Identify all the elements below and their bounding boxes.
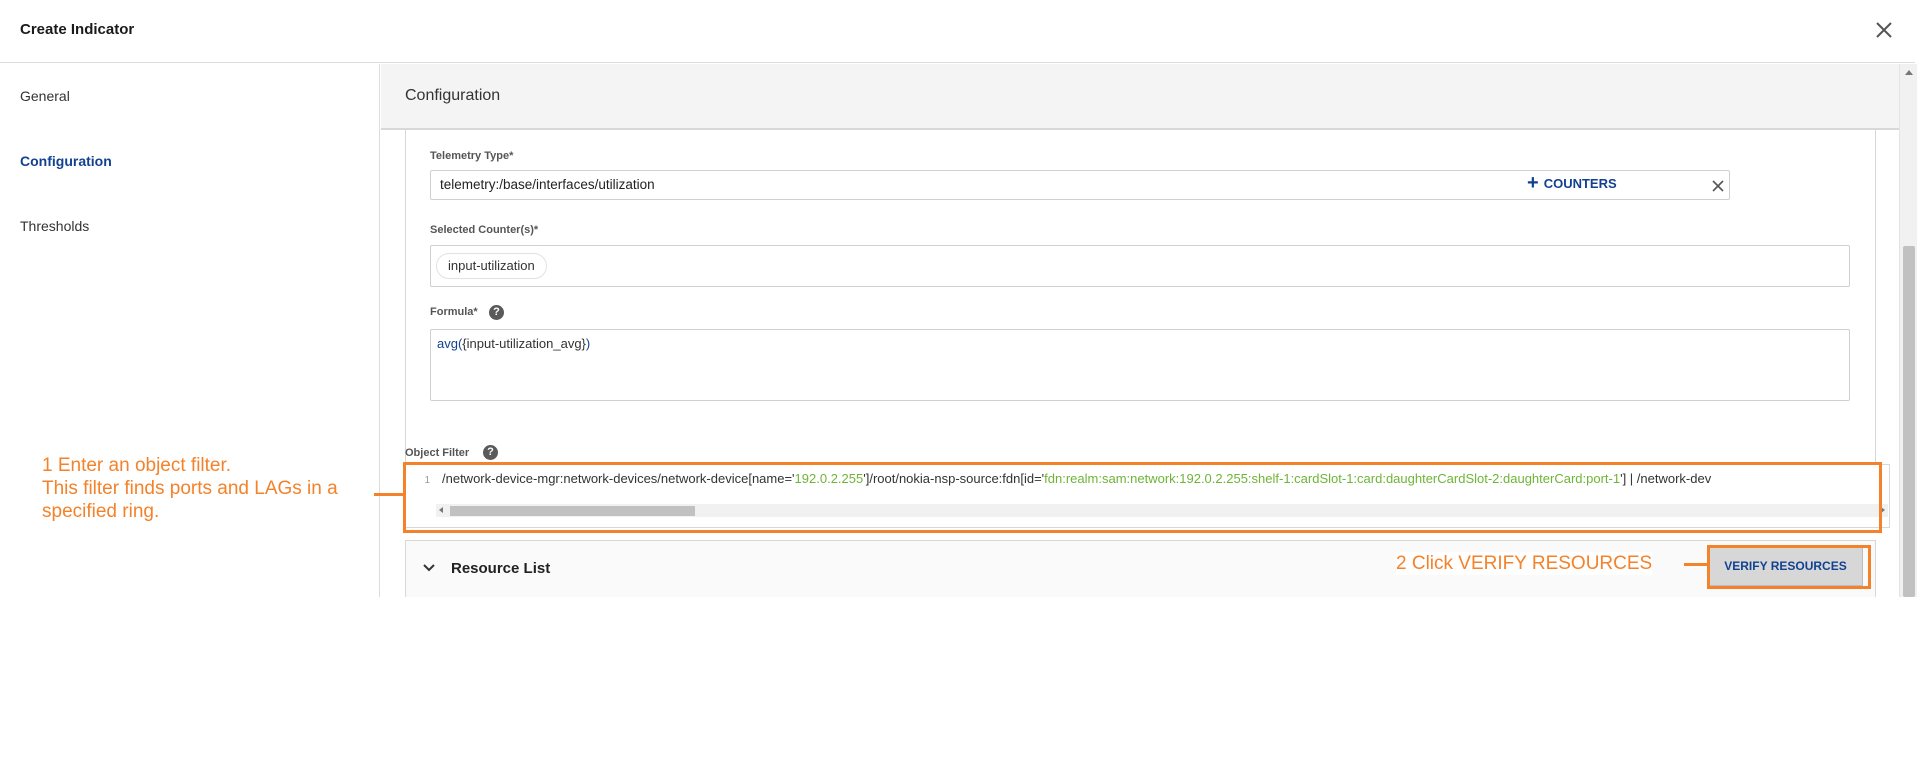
horizontal-scrollbar[interactable] xyxy=(436,504,1888,517)
main-panel: Configuration Telemetry Type* telemetry:… xyxy=(381,64,1899,597)
formula-editor[interactable]: avg({input-utilization_avg}) xyxy=(430,329,1850,401)
formula-help-icon[interactable]: ? xyxy=(489,305,504,320)
formula-text: avg({input-utilization_avg}) xyxy=(437,336,590,351)
resource-list-panel: Resource List xyxy=(405,540,1876,597)
chevron-down-icon[interactable] xyxy=(422,561,436,575)
filter-path-1: /network-device-mgr:network-devices/netw… xyxy=(442,471,795,486)
filter-string-1: 192.0.2.255 xyxy=(794,471,864,486)
scroll-up-icon[interactable] xyxy=(1905,70,1913,75)
counter-chip[interactable]: input-utilization xyxy=(436,253,547,279)
scroll-right-icon[interactable] xyxy=(1881,507,1885,513)
selected-counters-field[interactable]: input-utilization xyxy=(430,245,1850,287)
formula-close-paren: ) xyxy=(585,336,591,351)
dialog-header: Create Indicator xyxy=(0,0,1915,63)
sidebar-item-thresholds[interactable]: Thresholds xyxy=(20,218,89,234)
telemetry-type-label: Telemetry Type* xyxy=(430,150,514,162)
annotation-step-1: 1 Enter an object filter. This filter fi… xyxy=(33,448,373,530)
section-title: Configuration xyxy=(405,87,501,104)
sidebar-item-configuration[interactable]: Configuration xyxy=(20,153,112,169)
annotation-step-1-line-2: This filter finds ports and LAGs in a xyxy=(42,478,338,499)
scroll-thumb[interactable] xyxy=(450,506,695,516)
dialog-title: Create Indicator xyxy=(20,21,135,38)
annotation-connector-1 xyxy=(374,493,404,496)
vertical-scroll-thumb[interactable] xyxy=(1903,246,1915,597)
formula-function: avg( xyxy=(437,336,463,351)
annotation-step-1-line-3: specified ring. xyxy=(42,501,160,522)
line-number: 1 xyxy=(424,475,430,486)
resource-list-title: Resource List xyxy=(451,560,551,577)
configuration-card: Telemetry Type* telemetry:/base/interfac… xyxy=(405,130,1876,491)
selected-counters-label: Selected Counter(s)* xyxy=(430,224,539,236)
formula-label: Formula* xyxy=(430,306,478,318)
section-header: Configuration xyxy=(381,64,1899,130)
add-counters-button[interactable]: + COUNTERS xyxy=(1527,172,1617,194)
object-filter-line: 1/network-device-mgr:network-devices/net… xyxy=(406,471,1891,491)
scroll-left-icon[interactable] xyxy=(439,507,443,513)
annotation-step-1-line-1: 1 Enter an object filter. xyxy=(42,455,232,476)
clear-icon[interactable] xyxy=(1711,179,1725,193)
sidebar-item-general[interactable]: General xyxy=(20,88,70,104)
object-filter-help-icon[interactable]: ? xyxy=(483,445,498,460)
filter-string-2: fdn:realm:sam:network:192.0.2.255:shelf-… xyxy=(1044,471,1621,486)
telemetry-type-value: telemetry:/base/interfaces/utilization xyxy=(440,177,655,192)
filter-path-2: ']/root/nokia-nsp-source:fdn[id=' xyxy=(863,471,1045,486)
verify-resources-button[interactable]: VERIFY RESOURCES xyxy=(1708,547,1863,586)
annotation-connector-2 xyxy=(1684,563,1708,566)
close-icon[interactable] xyxy=(1872,18,1896,42)
vertical-scrollbar[interactable] xyxy=(1899,64,1917,597)
annotation-step-2: 2 Click VERIFY RESOURCES xyxy=(1396,552,1653,575)
object-filter-editor[interactable]: 1/network-device-mgr:network-devices/net… xyxy=(405,464,1890,528)
plus-icon: + xyxy=(1527,172,1539,194)
object-filter-label: Object Filter xyxy=(405,447,470,459)
counters-button-label: COUNTERS xyxy=(1543,175,1617,191)
formula-argument: {input-utilization_avg} xyxy=(462,336,586,351)
filter-path-3: '] | /network-dev xyxy=(1620,471,1712,486)
